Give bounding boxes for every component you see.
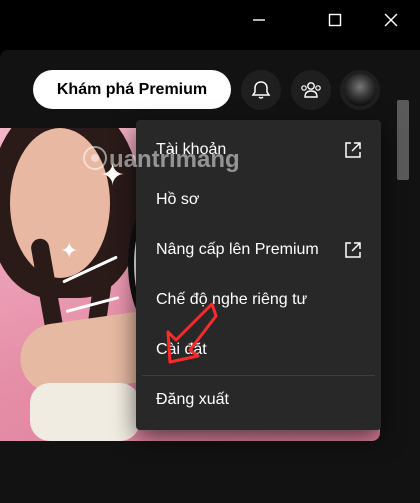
artwork-star: ✦ xyxy=(60,238,79,263)
maximize-button[interactable] xyxy=(312,0,358,40)
menu-item-label: Hồ sơ xyxy=(156,191,200,208)
watermark: uantrimang xyxy=(83,146,240,173)
user-avatar-button[interactable] xyxy=(340,70,380,110)
notifications-button[interactable] xyxy=(241,70,281,110)
watermark-text: uantrimang xyxy=(109,146,240,173)
maximize-icon xyxy=(328,13,342,27)
explore-premium-button[interactable]: Khám phá Premium xyxy=(33,70,231,109)
menu-item-label: Đăng xuất xyxy=(156,391,229,408)
external-link-icon xyxy=(345,142,361,158)
artwork-sock xyxy=(30,383,140,441)
menu-item-profile[interactable]: Hồ sơ xyxy=(156,185,369,215)
menu-item-label: Nâng cấp lên Premium xyxy=(156,241,319,258)
menu-item-logout[interactable]: Đăng xuất xyxy=(156,385,369,415)
minimize-icon xyxy=(253,19,265,21)
external-link-icon xyxy=(345,242,361,258)
annotation-arrow-icon xyxy=(166,302,218,364)
friends-icon xyxy=(301,82,321,98)
bell-icon xyxy=(251,81,271,99)
close-icon xyxy=(384,13,398,27)
friend-activity-button[interactable] xyxy=(291,70,331,110)
menu-item-upgrade-premium[interactable]: Nâng cấp lên Premium xyxy=(156,235,369,265)
close-button[interactable] xyxy=(368,0,414,40)
scrollbar-thumb[interactable] xyxy=(397,100,409,180)
menu-divider xyxy=(142,375,375,376)
minimize-button[interactable] xyxy=(236,0,282,40)
title-bar xyxy=(0,0,420,40)
